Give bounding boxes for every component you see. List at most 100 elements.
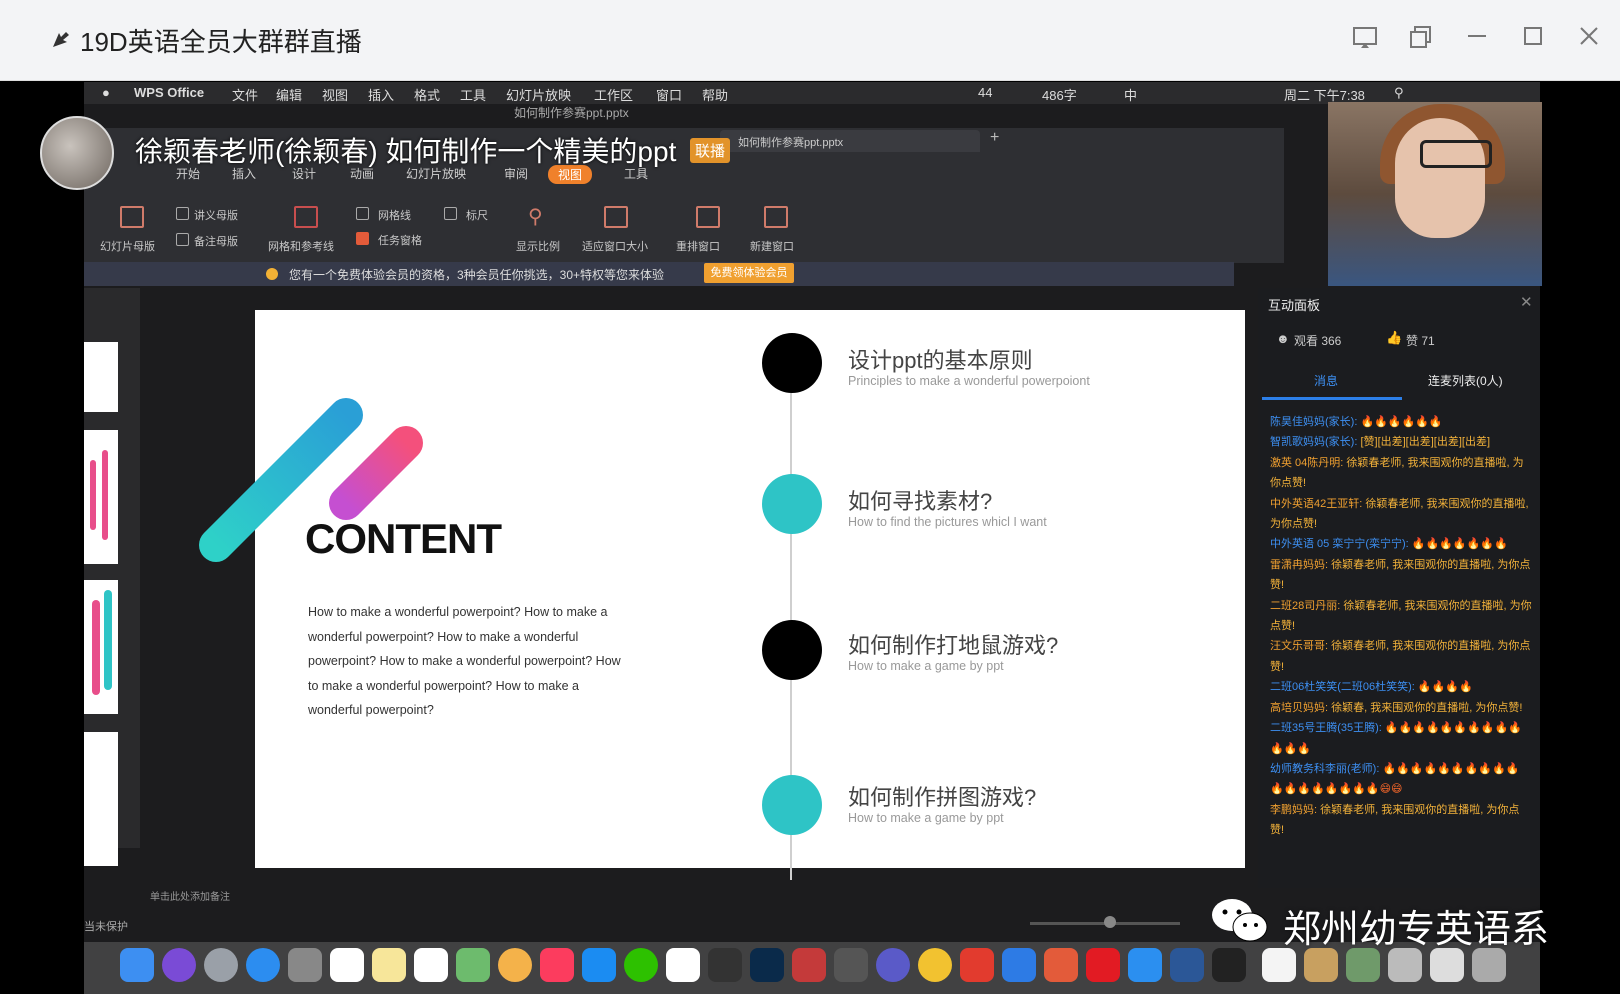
menu-workspace[interactable]: 工作区	[594, 85, 633, 104]
close-icon[interactable]: ✕	[1520, 293, 1533, 311]
slide-thumbnail[interactable]	[84, 732, 118, 866]
spotlight-icon[interactable]: ⚲	[1394, 85, 1404, 101]
notes-hint[interactable]: 单击此处添加备注	[150, 888, 230, 903]
ime-indicator[interactable]: 中	[1124, 85, 1137, 104]
zoom-icon[interactable]: ⚲	[528, 204, 543, 229]
system-preferences-icon[interactable]	[288, 948, 322, 982]
new-tab-icon[interactable]: +	[990, 129, 999, 147]
slide-thumbnail[interactable]	[84, 430, 118, 564]
zoom-button[interactable]: 显示比例	[516, 238, 560, 254]
menu-insert[interactable]: 插入	[368, 85, 394, 104]
close-button[interactable]	[1572, 24, 1606, 58]
menu-edit[interactable]: 编辑	[276, 85, 302, 104]
feishu-icon[interactable]	[1128, 948, 1162, 982]
chat-message-text: 🔥🔥🔥🔥	[1417, 681, 1473, 694]
launchpad-icon[interactable]	[204, 948, 238, 982]
live-title: 徐颖春老师(徐颖春) 如何制作一个精美的ppt	[135, 136, 677, 167]
slide-thumbnail[interactable]	[84, 342, 118, 412]
timeline-dot-3	[762, 620, 822, 680]
menu-window[interactable]: 窗口	[656, 85, 682, 104]
youdao-icon[interactable]	[1086, 948, 1120, 982]
chat-message: 智凯歌妈妈(家长): [赞][出差][出差][出差][出差]	[1270, 432, 1532, 452]
rearrange-button[interactable]: 重排窗口	[676, 238, 720, 254]
notes-icon[interactable]	[372, 948, 406, 982]
menu-view[interactable]: 视图	[322, 85, 348, 104]
downloads-icon[interactable]	[1430, 948, 1464, 982]
wechat-icon[interactable]	[624, 948, 658, 982]
live-badge[interactable]: 联播	[690, 138, 731, 163]
dingtalk-icon[interactable]	[666, 948, 700, 982]
maps-icon[interactable]	[456, 948, 490, 982]
folder-icon[interactable]	[1388, 948, 1422, 982]
new-window-icon[interactable]	[764, 206, 788, 228]
word-icon[interactable]	[1170, 948, 1204, 982]
imovie-icon[interactable]	[708, 948, 742, 982]
tab-messages[interactable]: 消息	[1314, 372, 1338, 389]
notice-button[interactable]: 免费领体验会员	[704, 263, 794, 283]
chrome-icon[interactable]	[918, 948, 952, 982]
slide-master-icon[interactable]	[120, 206, 144, 228]
apple-icon: ●	[102, 85, 110, 100]
chat-message: 汪文乐哥哥: 徐颖春老师, 我来围观你的直播啦, 为你点赞!	[1270, 636, 1532, 677]
qq-icon[interactable]	[876, 948, 910, 982]
photos-icon[interactable]	[498, 948, 532, 982]
acrobat-icon[interactable]	[792, 948, 826, 982]
trash-icon[interactable]	[1472, 948, 1506, 982]
photoshop-icon[interactable]	[750, 948, 784, 982]
maximize-button[interactable]	[1516, 24, 1550, 58]
screenshot-icon[interactable]	[834, 948, 868, 982]
menu-help[interactable]: 帮助	[702, 85, 728, 104]
grid-guides-button[interactable]: 网格和参考线	[268, 238, 334, 254]
slide-master-button[interactable]: 幻灯片母版	[100, 238, 155, 254]
xmind-icon[interactable]	[960, 948, 994, 982]
wps-icon[interactable]	[1002, 948, 1036, 982]
ruler-checkbox[interactable]	[444, 207, 457, 220]
folder-icon[interactable]	[1304, 948, 1338, 982]
item-title-3: 如何制作打地鼠游戏?	[848, 633, 1059, 658]
chat-message-author: 二班35号王腾(35王腾):	[1270, 722, 1385, 735]
document-tab[interactable]: 如何制作参赛ppt.pptx	[720, 130, 980, 152]
timeline-dot-2	[762, 474, 822, 534]
siri-icon[interactable]	[162, 948, 196, 982]
app-store-icon[interactable]	[582, 948, 616, 982]
menu-slideshow[interactable]: 幻灯片放映	[506, 85, 571, 104]
tab-mic-list[interactable]: 连麦列表(0人)	[1428, 372, 1503, 389]
finder-icon[interactable]	[120, 948, 154, 982]
menu-format[interactable]: 格式	[414, 85, 440, 104]
fit-window-button[interactable]: 适应窗口大小	[582, 238, 648, 254]
thumbs-up-icon[interactable]: 👍	[1386, 330, 1402, 346]
net-indicator: 486字	[1042, 88, 1077, 103]
slide-thumbnail[interactable]	[84, 580, 118, 714]
music-icon[interactable]	[540, 948, 574, 982]
slide-canvas[interactable]	[255, 310, 1245, 868]
calendar-icon[interactable]	[330, 948, 364, 982]
gridlines-checkbox[interactable]	[356, 207, 369, 220]
document-icon[interactable]	[1262, 948, 1296, 982]
wechat-logo	[1210, 895, 1270, 945]
notes-master-icon[interactable]	[176, 233, 189, 246]
fit-window-icon[interactable]	[604, 206, 628, 228]
webcam-glasses	[1420, 140, 1492, 168]
powerpoint-icon[interactable]	[1044, 948, 1078, 982]
terminal-icon[interactable]	[1212, 948, 1246, 982]
chat-message-author: 智凯歌妈妈(家长):	[1270, 436, 1361, 449]
folder-icon[interactable]	[1346, 948, 1380, 982]
menu-file[interactable]: 文件	[232, 85, 258, 104]
grid-icon[interactable]	[294, 206, 318, 228]
chat-message-author: 二班28司丹丽:	[1270, 599, 1344, 612]
zoom-slider-handle[interactable]	[1104, 916, 1116, 928]
rearrange-icon[interactable]	[696, 206, 720, 228]
new-window-button[interactable]: 新建窗口	[750, 238, 794, 254]
safari-icon[interactable]	[246, 948, 280, 982]
restore-icon[interactable]	[1404, 24, 1438, 58]
handout-master-icon[interactable]	[176, 207, 189, 220]
handout-master-button[interactable]: 讲义母版	[194, 207, 238, 223]
cast-icon[interactable]	[1348, 24, 1382, 58]
task-pane-checkbox[interactable]	[356, 232, 369, 245]
message-list[interactable]: 陈昊佳妈妈(家长): 🔥🔥🔥🔥🔥🔥 智凯歌妈妈(家长): [赞][出差][出差][…	[1270, 412, 1532, 841]
reminders-icon[interactable]	[414, 948, 448, 982]
menu-tools[interactable]: 工具	[460, 85, 486, 104]
notes-master-button[interactable]: 备注母版	[194, 233, 238, 249]
minimize-button[interactable]	[1460, 24, 1494, 58]
menu-app[interactable]: WPS Office	[134, 85, 204, 100]
